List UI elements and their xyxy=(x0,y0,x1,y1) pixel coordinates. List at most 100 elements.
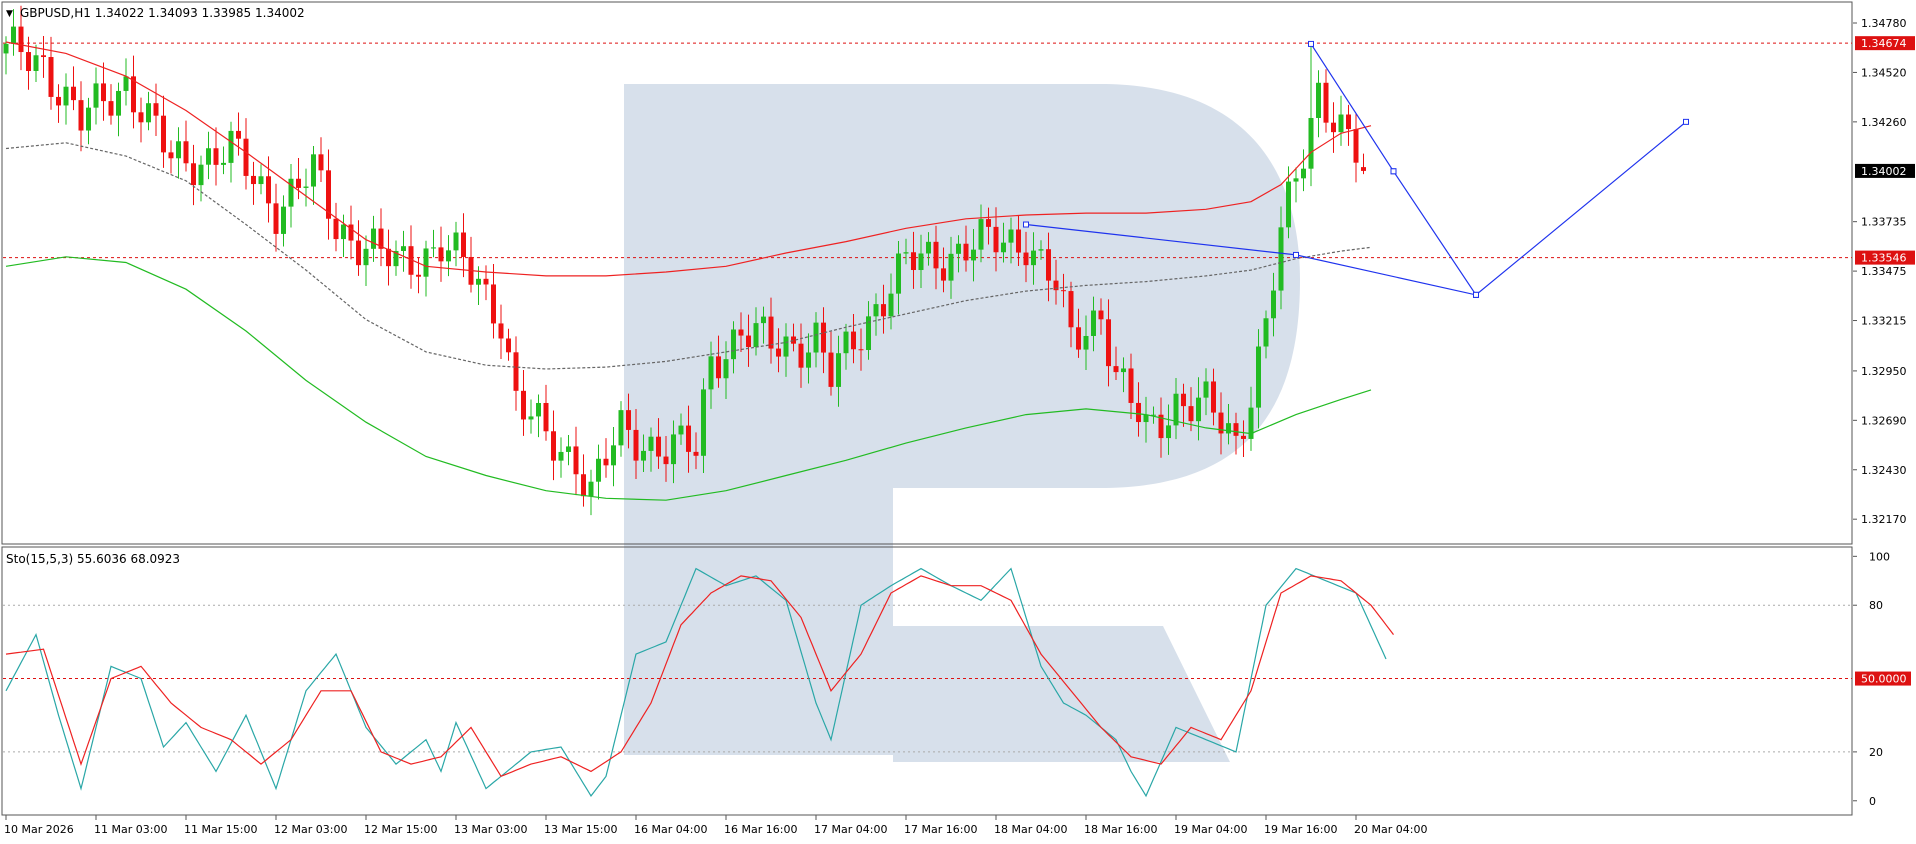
stochastic-axis-label: 0 xyxy=(1869,795,1876,808)
candle-body xyxy=(588,481,594,497)
time-axis-label: 17 Mar 16:00 xyxy=(904,823,977,836)
candle-body xyxy=(663,456,669,465)
candle-body xyxy=(281,206,286,234)
candle-body xyxy=(821,322,826,353)
candle-body xyxy=(1061,290,1066,292)
forecast-anchor-point[interactable] xyxy=(1293,251,1299,258)
candle-body xyxy=(941,268,946,281)
candle-body xyxy=(918,253,924,271)
forecast-anchor-point[interactable] xyxy=(1390,168,1397,175)
price-level-label: 1.33546 xyxy=(1861,252,1907,265)
candle-body xyxy=(971,249,976,261)
candle-body xyxy=(476,278,481,285)
time-axis-label: 17 Mar 04:00 xyxy=(814,823,887,836)
time-axis-label: 13 Mar 15:00 xyxy=(544,823,617,836)
candle-body xyxy=(558,451,564,461)
candle-body xyxy=(3,43,9,54)
candle-body xyxy=(33,55,39,71)
candle-body xyxy=(273,203,279,234)
candle-body xyxy=(146,103,151,123)
time-axis-label: 16 Mar 04:00 xyxy=(634,823,707,836)
candle-body xyxy=(888,293,894,317)
candle-body xyxy=(311,154,316,187)
candle-body xyxy=(566,446,571,452)
candle-body xyxy=(678,425,684,435)
time-axis-label: 19 Mar 04:00 xyxy=(1174,823,1247,836)
time-axis-label: 13 Mar 03:00 xyxy=(454,823,527,836)
candle-body xyxy=(1023,252,1029,266)
forecast-anchor-point[interactable] xyxy=(1308,40,1314,47)
candle-body xyxy=(1233,423,1239,436)
candle-body xyxy=(11,26,16,44)
stochastic-header: Sto(15,5,3) 55.6036 68.0923 xyxy=(6,552,180,566)
candle-body xyxy=(881,304,886,317)
candle-body xyxy=(138,112,144,123)
candle-body xyxy=(528,416,534,420)
price-axis-label: 1.32950 xyxy=(1861,365,1907,378)
candle-body xyxy=(956,243,961,254)
candle-body xyxy=(251,175,256,185)
candle-body xyxy=(641,450,646,461)
candle-body xyxy=(386,248,391,267)
candle-body xyxy=(753,323,759,348)
candle-body xyxy=(206,148,211,165)
candle-body xyxy=(978,219,984,250)
candle-body xyxy=(543,402,549,432)
candle-body xyxy=(1211,381,1216,413)
price-axis-label: 1.33735 xyxy=(1861,216,1907,229)
candle-body xyxy=(296,178,301,188)
candle-body xyxy=(48,57,54,97)
forecast-anchor-point[interactable] xyxy=(1683,118,1689,125)
price-axis-label: 1.32430 xyxy=(1861,464,1907,477)
forecast-anchor-point[interactable] xyxy=(1473,291,1479,298)
candle-body xyxy=(236,130,241,139)
candle-body xyxy=(926,241,931,254)
chart-canvas[interactable]: 1.34780 1.34520 1.34260 1.33735 1.33475 1.332… xyxy=(0,0,1916,840)
candle-body xyxy=(401,246,406,251)
stochastic-axis-label: 20 xyxy=(1869,746,1883,759)
price-level-label: 1.34674 xyxy=(1861,37,1907,50)
candle-body xyxy=(1113,366,1119,373)
candle-body xyxy=(1001,242,1006,253)
candle-body xyxy=(1136,402,1141,423)
candle-body xyxy=(671,434,676,465)
candle-body xyxy=(1098,310,1104,320)
candle-body xyxy=(26,52,31,71)
candle-body xyxy=(986,219,991,227)
candle-body xyxy=(701,389,706,456)
candle-body xyxy=(723,359,729,379)
candle-body xyxy=(933,241,939,269)
price-axis-label: 1.32170 xyxy=(1861,513,1907,526)
time-axis-label: 18 Mar 16:00 xyxy=(1084,823,1157,836)
candle-body xyxy=(1323,82,1329,123)
candle-body xyxy=(288,178,294,207)
price-axis-label: 1.34520 xyxy=(1861,66,1907,79)
candle-body xyxy=(483,278,489,285)
candle-body xyxy=(993,226,999,253)
candle-body xyxy=(1293,178,1299,182)
candle-body xyxy=(731,329,736,360)
price-axis-label: 1.34260 xyxy=(1861,116,1907,129)
candle-body xyxy=(716,356,721,379)
candle-body xyxy=(1076,327,1081,350)
candle-body xyxy=(1301,168,1306,179)
candle-body xyxy=(1106,319,1111,367)
candle-body xyxy=(911,252,916,271)
candle-body xyxy=(1226,423,1231,434)
time-axis-label: 12 Mar 15:00 xyxy=(364,823,437,836)
gbpusd-chart-window: 1.34780 1.34520 1.34260 1.33735 1.33475 1.332… xyxy=(0,0,1916,840)
forecast-anchor-point[interactable] xyxy=(1023,221,1029,228)
candle-body xyxy=(708,356,714,390)
time-axis-label: 16 Mar 16:00 xyxy=(724,823,797,836)
current-price-label: 1.34002 xyxy=(1861,165,1907,178)
candle-body xyxy=(371,228,376,249)
price-axis-label: 1.33475 xyxy=(1861,265,1907,278)
candle-body xyxy=(228,130,234,163)
candle-body xyxy=(551,431,556,461)
candle-body xyxy=(1121,368,1126,373)
candle-body xyxy=(108,101,114,116)
candle-body xyxy=(423,248,429,277)
candle-body xyxy=(761,316,766,324)
candle-body xyxy=(1338,114,1344,133)
candle-body xyxy=(1091,310,1096,336)
